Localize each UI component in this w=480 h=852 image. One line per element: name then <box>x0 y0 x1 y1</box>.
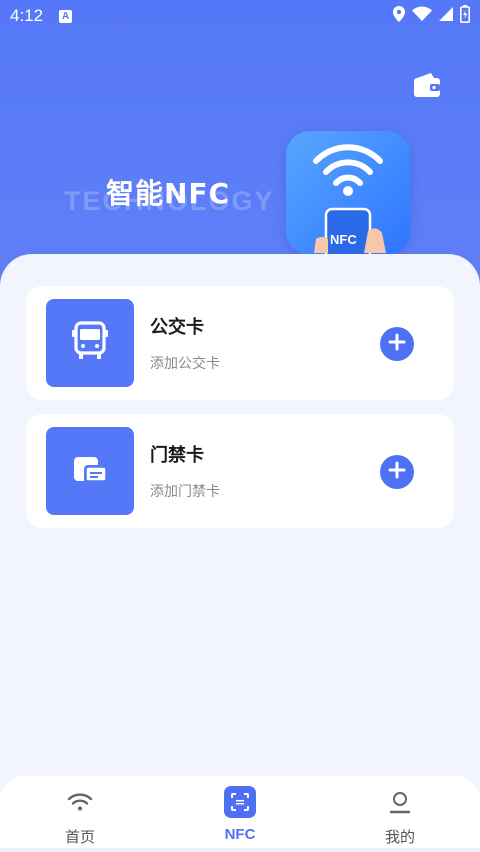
page-title: 智能NFC <box>106 177 231 210</box>
wallet-button[interactable] <box>412 72 442 102</box>
access-card-icon-box <box>46 427 134 515</box>
status-bar: 4:12 A <box>0 0 480 32</box>
access-card-icon <box>72 451 108 491</box>
plus-icon <box>388 333 406 355</box>
app-notification-icon: A <box>59 9 73 23</box>
signal-icon <box>438 6 454 27</box>
nav-item-nfc[interactable]: NFC <box>160 776 320 852</box>
wallet-icon <box>413 72 441 102</box>
scan-icon <box>224 786 256 818</box>
plus-icon <box>388 461 406 483</box>
bus-card-icon-box <box>46 299 134 387</box>
card-subtitle: 添加门禁卡 <box>150 484 220 500</box>
bus-card-item[interactable]: 公交卡 添加公交卡 <box>26 286 454 400</box>
content-panel: 公交卡 添加公交卡 门禁卡 添加门禁卡 <box>0 254 480 794</box>
add-access-card-button[interactable] <box>380 455 414 489</box>
card-title: 门禁卡 <box>150 445 204 466</box>
bus-icon <box>72 321 108 365</box>
nav-label-home: 首页 <box>64 828 95 846</box>
nav-item-mine[interactable]: 我的 <box>320 776 480 852</box>
wifi-icon <box>64 786 96 818</box>
location-icon <box>392 5 406 28</box>
user-icon <box>384 786 416 818</box>
nav-label-nfc: NFC <box>224 826 256 843</box>
card-title: 公交卡 <box>150 317 204 338</box>
nfc-phone-label: NFC <box>330 232 357 247</box>
nav-label-mine: 我的 <box>384 828 415 846</box>
status-icons <box>392 4 470 28</box>
home-indicator <box>0 848 480 852</box>
battery-icon <box>460 4 470 28</box>
wifi-icon <box>412 6 432 27</box>
add-bus-card-button[interactable] <box>380 327 414 361</box>
bus-card-texts: 公交卡 添加公交卡 <box>150 313 220 373</box>
status-time: 4:12 <box>10 6 44 25</box>
bottom-nav: 首页 NFC 我的 <box>0 776 480 852</box>
nav-item-home[interactable]: 首页 <box>0 776 160 852</box>
access-card-item[interactable]: 门禁卡 添加门禁卡 <box>26 414 454 528</box>
card-subtitle: 添加公交卡 <box>150 356 220 372</box>
access-card-texts: 门禁卡 添加门禁卡 <box>150 441 220 501</box>
